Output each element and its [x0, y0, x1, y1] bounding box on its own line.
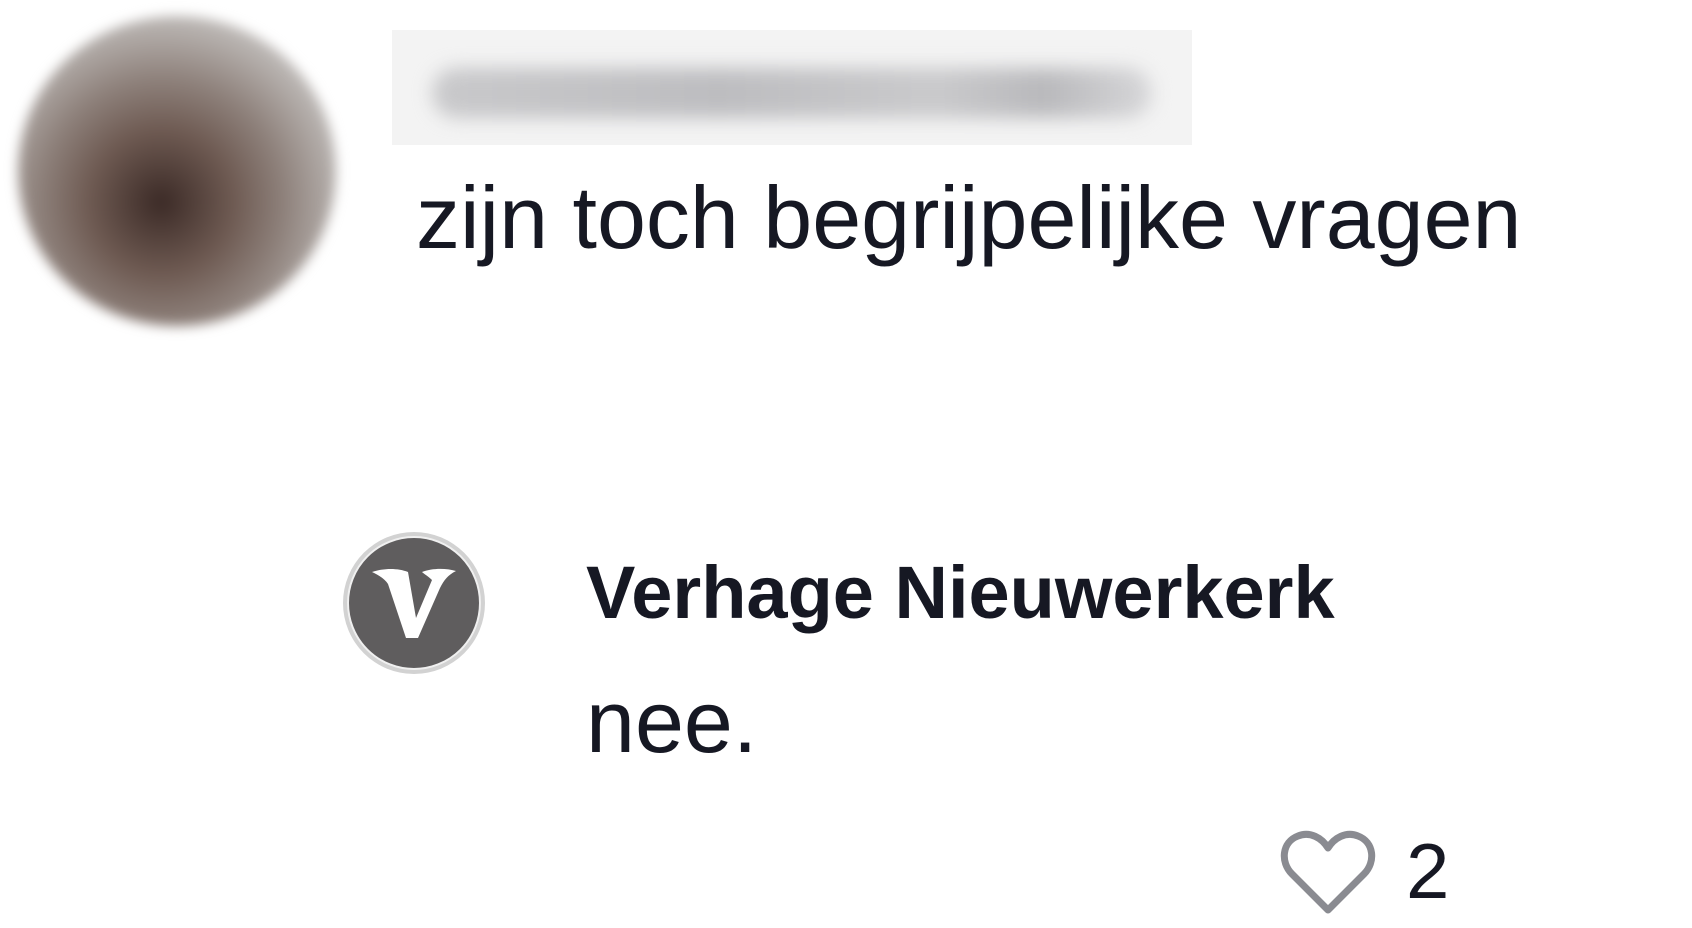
- like-count: 2: [1406, 827, 1450, 915]
- reply-text: nee.: [586, 672, 758, 771]
- avatar[interactable]: [343, 532, 485, 674]
- username-redacted: [392, 30, 1192, 145]
- verhage-logo-icon: [347, 536, 481, 670]
- avatar[interactable]: [18, 16, 336, 326]
- comment-text: zijn toch begrijpelijke vragen: [416, 168, 1522, 267]
- heart-outline-icon: [1280, 830, 1376, 914]
- reply-author-name[interactable]: Verhage Nieuwerkerk: [586, 548, 1335, 638]
- like-button[interactable]: 2: [1278, 826, 1449, 916]
